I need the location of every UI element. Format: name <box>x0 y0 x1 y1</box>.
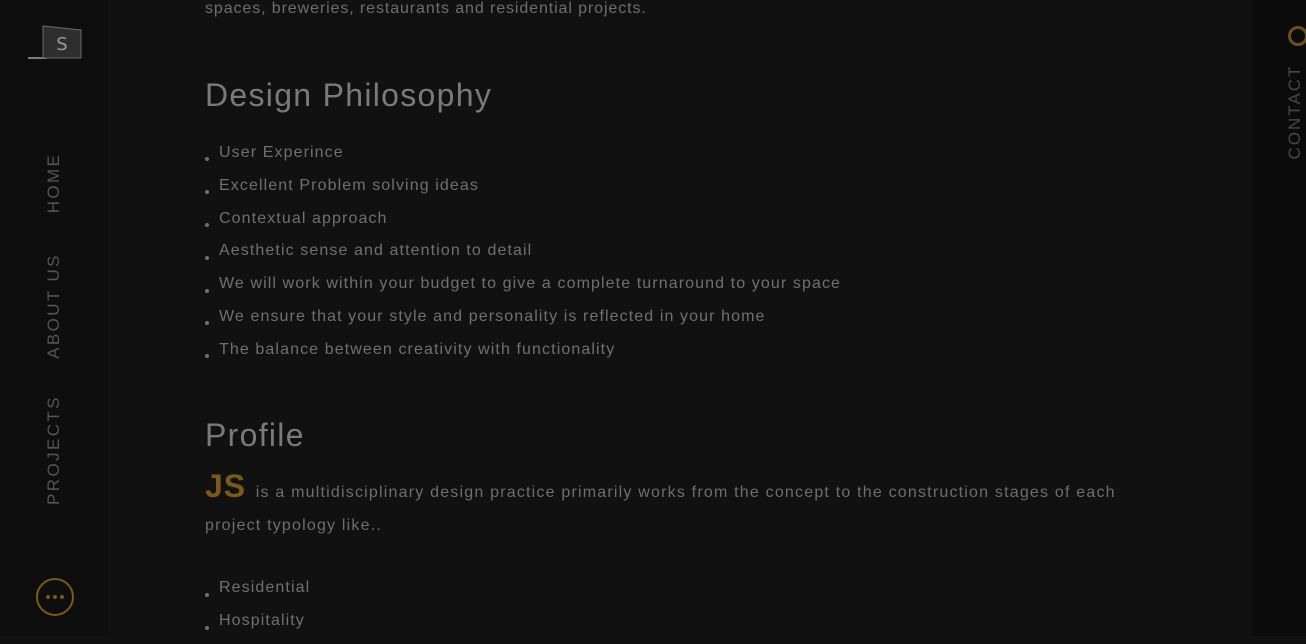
logo-icon[interactable]: S <box>27 24 83 60</box>
nav-projects[interactable]: PROJECTS <box>44 395 64 505</box>
list-item: Hospitality <box>205 611 310 644</box>
more-dot-icon <box>53 595 57 599</box>
profile-description: JS is a multidisciplinary design practic… <box>205 470 1175 542</box>
list-item: User Experince <box>205 143 841 176</box>
list-item: Contextual approach <box>205 209 841 242</box>
design-philosophy-heading: Design Philosophy <box>205 77 493 113</box>
list-item: We will work within your budget to give … <box>205 274 841 307</box>
contact-link[interactable]: CONTACT <box>1285 65 1305 160</box>
nav-about-us[interactable]: ABOUT US <box>44 253 64 359</box>
right-sidebar: CONTACT <box>1252 0 1306 636</box>
list-item: Aesthetic sense and attention to detail <box>205 241 841 274</box>
more-dot-icon <box>60 595 64 599</box>
category-list: Residential Hospitality <box>205 578 310 644</box>
brand-initials: JS <box>205 468 247 504</box>
profile-body: is a multidisciplinary design practice p… <box>205 484 1116 534</box>
more-dot-icon <box>46 595 50 599</box>
more-menu-button[interactable] <box>36 578 74 616</box>
left-sidebar: S HOME ABOUT US PROJECTS <box>0 0 108 636</box>
list-item: Residential <box>205 578 310 611</box>
list-item: We ensure that your style and personalit… <box>205 307 841 340</box>
nav-home[interactable]: HOME <box>44 153 64 214</box>
list-item: Excellent Problem solving ideas <box>205 176 841 209</box>
philosophy-list: User Experince Excellent Problem solving… <box>205 143 841 373</box>
profile-heading: Profile <box>205 417 305 453</box>
list-item: The balance between creativity with func… <box>205 340 841 373</box>
contact-ring-icon[interactable] <box>1288 26 1306 46</box>
intro-text: spaces, breweries, restaurants and resid… <box>205 0 647 17</box>
logo-letter: S <box>56 34 67 55</box>
